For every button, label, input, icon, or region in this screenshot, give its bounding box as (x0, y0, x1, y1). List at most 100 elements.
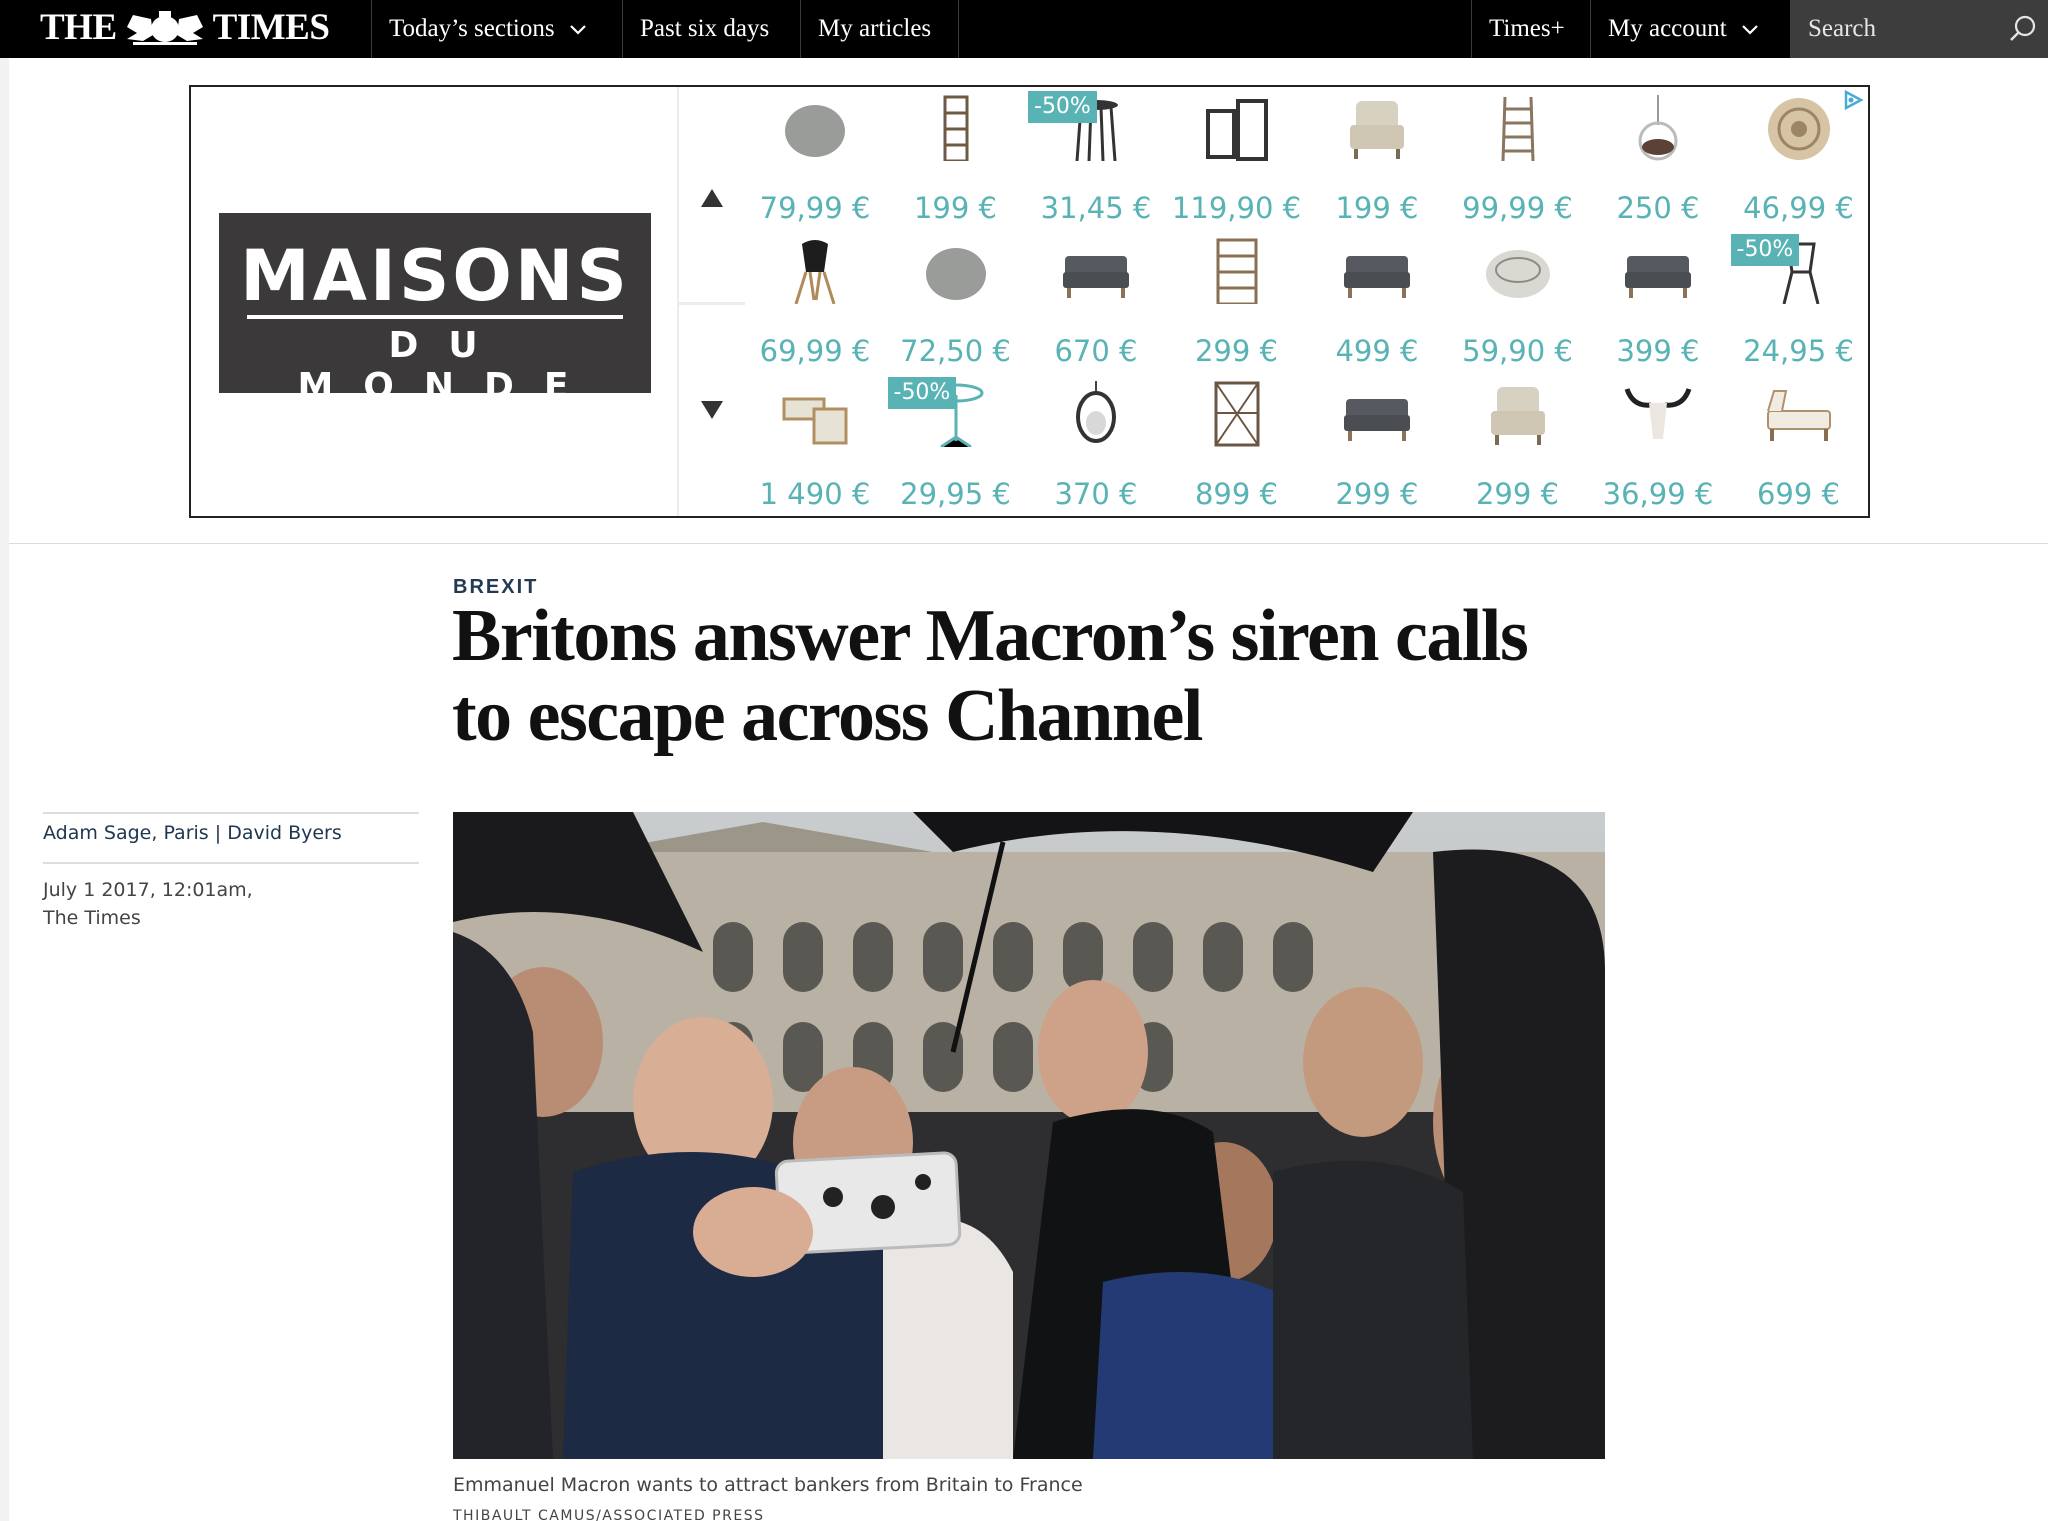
arrow-up-icon[interactable] (699, 187, 725, 209)
ad-product-item[interactable]: 199 € (1307, 91, 1447, 234)
product-price: 31,45 € (1040, 191, 1152, 225)
ladder-icon (1501, 96, 1534, 161)
cabinet-icon (1214, 381, 1259, 447)
dateline: July 1 2017, 12:01am, The Times (43, 876, 253, 932)
logo-text-times: TIMES (212, 6, 330, 48)
ad-product-item[interactable]: 199 € (886, 91, 1026, 234)
discount-badge: -50% (1028, 91, 1097, 123)
sofa-icon (1625, 256, 1691, 298)
ad-product-item[interactable]: 299 € (1448, 377, 1588, 520)
advertisement-banner[interactable]: MAISONS DU MONDE 79,99 € 199 € 31,45 € -50%… (189, 85, 1870, 518)
discount-badge: -50% (887, 377, 957, 409)
product-price: 299 € (1475, 477, 1560, 511)
nav-my-articles[interactable]: My articles (800, 0, 949, 58)
byline-divider (43, 812, 419, 814)
publication-name: The Times (43, 907, 141, 929)
ad-product-item[interactable]: 29,95 € -50% (886, 377, 1026, 520)
ad-product-item[interactable]: 79,99 € (745, 91, 885, 234)
ad-product-item[interactable]: 1 490 € (745, 377, 885, 520)
daybed-icon (1766, 390, 1831, 441)
product-price: 119,90 € (1171, 191, 1302, 225)
egg-chair-icon (1076, 381, 1116, 443)
nav-my-account[interactable]: My account (1590, 0, 1777, 58)
byline-divider (43, 862, 419, 864)
product-price: 99,99 € (1462, 191, 1573, 225)
times-logo[interactable]: THE TIMES (40, 4, 330, 50)
nav-times-plus[interactable]: Times+ (1471, 0, 1583, 58)
ad-product-item[interactable]: 99,99 € (1448, 91, 1588, 234)
nav-past-six-days[interactable]: Past six days (622, 0, 787, 58)
ad-product-item[interactable]: 299 € (1307, 377, 1447, 520)
ad-product-item[interactable]: 59,90 € (1448, 234, 1588, 377)
nav-todays-sections[interactable]: Today’s sections (371, 0, 605, 58)
search-button[interactable]: Search (1790, 0, 2048, 58)
photo-illustration (453, 812, 1605, 1459)
ad-product-item[interactable]: 399 € (1588, 234, 1728, 377)
royal-crest-icon (126, 11, 203, 45)
corner-sofa-icon (782, 397, 848, 445)
ad-product-item[interactable]: 46,99 € (1729, 91, 1869, 234)
logo-rule (247, 315, 623, 319)
scroll-divider (679, 302, 745, 305)
product-price: 46,99 € (1743, 191, 1854, 225)
ad-product-item[interactable]: 299 € (1167, 234, 1307, 377)
ad-product-item[interactable]: 69,99 € (745, 234, 885, 377)
nav-label: Today’s sections (389, 15, 555, 42)
ad-product-item[interactable]: 370 € (1026, 377, 1166, 520)
maisons-du-monde-logo[interactable]: MAISONS DU MONDE (219, 213, 651, 407)
shelf-icon (943, 95, 968, 161)
product-price: 24,95 € (1743, 334, 1854, 368)
product-grid: 79,99 € 199 € 31,45 € -50% 119,90 € 199 € 99,9… (745, 87, 1869, 516)
ad-product-item[interactable]: 24,95 € -50% (1729, 234, 1869, 377)
headline-line1: Britons answer Macron’s siren calls (452, 595, 1529, 677)
bull-skull-icon (1624, 388, 1692, 439)
product-price: 69,99 € (759, 334, 871, 368)
section-divider (9, 543, 2048, 544)
article-photo[interactable] (453, 812, 1605, 1459)
hanging-chair-icon (1638, 95, 1678, 161)
adchoices-icon[interactable] (1842, 89, 1864, 111)
ad-product-item[interactable]: 31,45 € -50% (1026, 91, 1166, 234)
nav-label: My articles (818, 15, 932, 42)
product-price: 36,99 € (1602, 477, 1714, 511)
product-price: 670 € (1054, 334, 1138, 368)
chevron-down-icon (1741, 25, 1758, 35)
search-icon (2010, 15, 2036, 41)
author-link[interactable]: David Byers (227, 822, 342, 844)
product-price: 199 € (1335, 191, 1419, 225)
armchair-icon (1350, 101, 1404, 159)
pouf-icon (925, 248, 986, 300)
author-link[interactable]: Adam Sage, Paris (43, 822, 209, 844)
publish-date: July 1 2017, 12:01am, (43, 879, 253, 901)
byline: Adam Sage, Paris | David Byers (43, 822, 342, 844)
product-price: 72,50 € (900, 334, 1011, 368)
arrow-down-icon[interactable] (699, 399, 725, 421)
lantern-icon (1205, 99, 1268, 161)
ad-product-item[interactable]: 499 € (1307, 234, 1447, 377)
product-price: 299 € (1194, 334, 1279, 368)
product-price: 1 490 € (759, 477, 871, 511)
product-price: 79,99 € (759, 191, 871, 225)
sofa-icon (1063, 256, 1129, 298)
ad-product-item[interactable]: 899 € (1167, 377, 1307, 520)
pouf-icon (785, 105, 845, 157)
product-price: 299 € (1335, 477, 1419, 511)
ad-product-item[interactable]: 119,90 € (1167, 91, 1307, 234)
top-nav: THE TIMES Today’s sections Past six days… (0, 0, 2048, 58)
nav-divider (958, 0, 959, 58)
ad-scroller (679, 87, 745, 516)
ad-product-item[interactable]: 36,99 € (1588, 377, 1728, 520)
article-headline: Britons answer Macron’s siren calls to e… (452, 596, 1582, 756)
ad-product-item[interactable]: 670 € (1026, 234, 1166, 377)
product-price: 399 € (1616, 334, 1700, 368)
ad-product-item[interactable]: 72,50 € (886, 234, 1026, 377)
round-rug-icon (1767, 98, 1830, 160)
discount-badge: -50% (1730, 234, 1800, 266)
ad-product-item[interactable]: 699 € (1729, 377, 1869, 520)
sofa-icon (1344, 399, 1410, 441)
product-price: 370 € (1054, 477, 1138, 511)
product-price: 699 € (1756, 477, 1841, 511)
ad-product-item[interactable]: 250 € (1588, 91, 1728, 234)
headline-line2: to escape across Channel (452, 675, 1203, 757)
product-price: 499 € (1335, 334, 1419, 368)
